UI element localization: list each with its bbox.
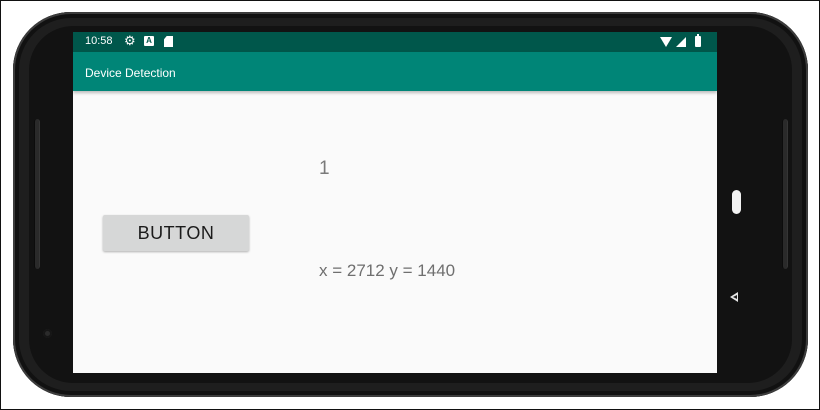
main-button[interactable]: BUTTON	[103, 215, 249, 251]
speaker-grille-right	[782, 119, 788, 269]
sd-card-icon	[164, 36, 173, 47]
battery-icon	[695, 34, 701, 47]
count-text: 1	[319, 158, 330, 179]
a-icon: A	[144, 36, 154, 46]
figure-frame: 10:58 ⚙ A Device Detection BUTTON 1 x = …	[0, 0, 820, 410]
wifi-icon	[660, 37, 672, 47]
status-bar: 10:58 ⚙ A	[73, 32, 717, 52]
app-title: Device Detection	[85, 66, 176, 80]
app-screen: 10:58 ⚙ A Device Detection BUTTON 1 x = …	[73, 32, 717, 373]
gear-icon: ⚙	[124, 33, 136, 48]
home-button[interactable]	[732, 190, 741, 214]
status-time: 10:58	[85, 35, 113, 47]
signal-icon	[676, 37, 686, 47]
front-camera-icon	[43, 329, 52, 338]
speaker-grille-left	[34, 119, 40, 269]
back-button[interactable]	[730, 292, 738, 302]
coordinates-text: x = 2712 y = 1440	[319, 261, 456, 280]
app-bar: Device Detection	[73, 52, 717, 91]
